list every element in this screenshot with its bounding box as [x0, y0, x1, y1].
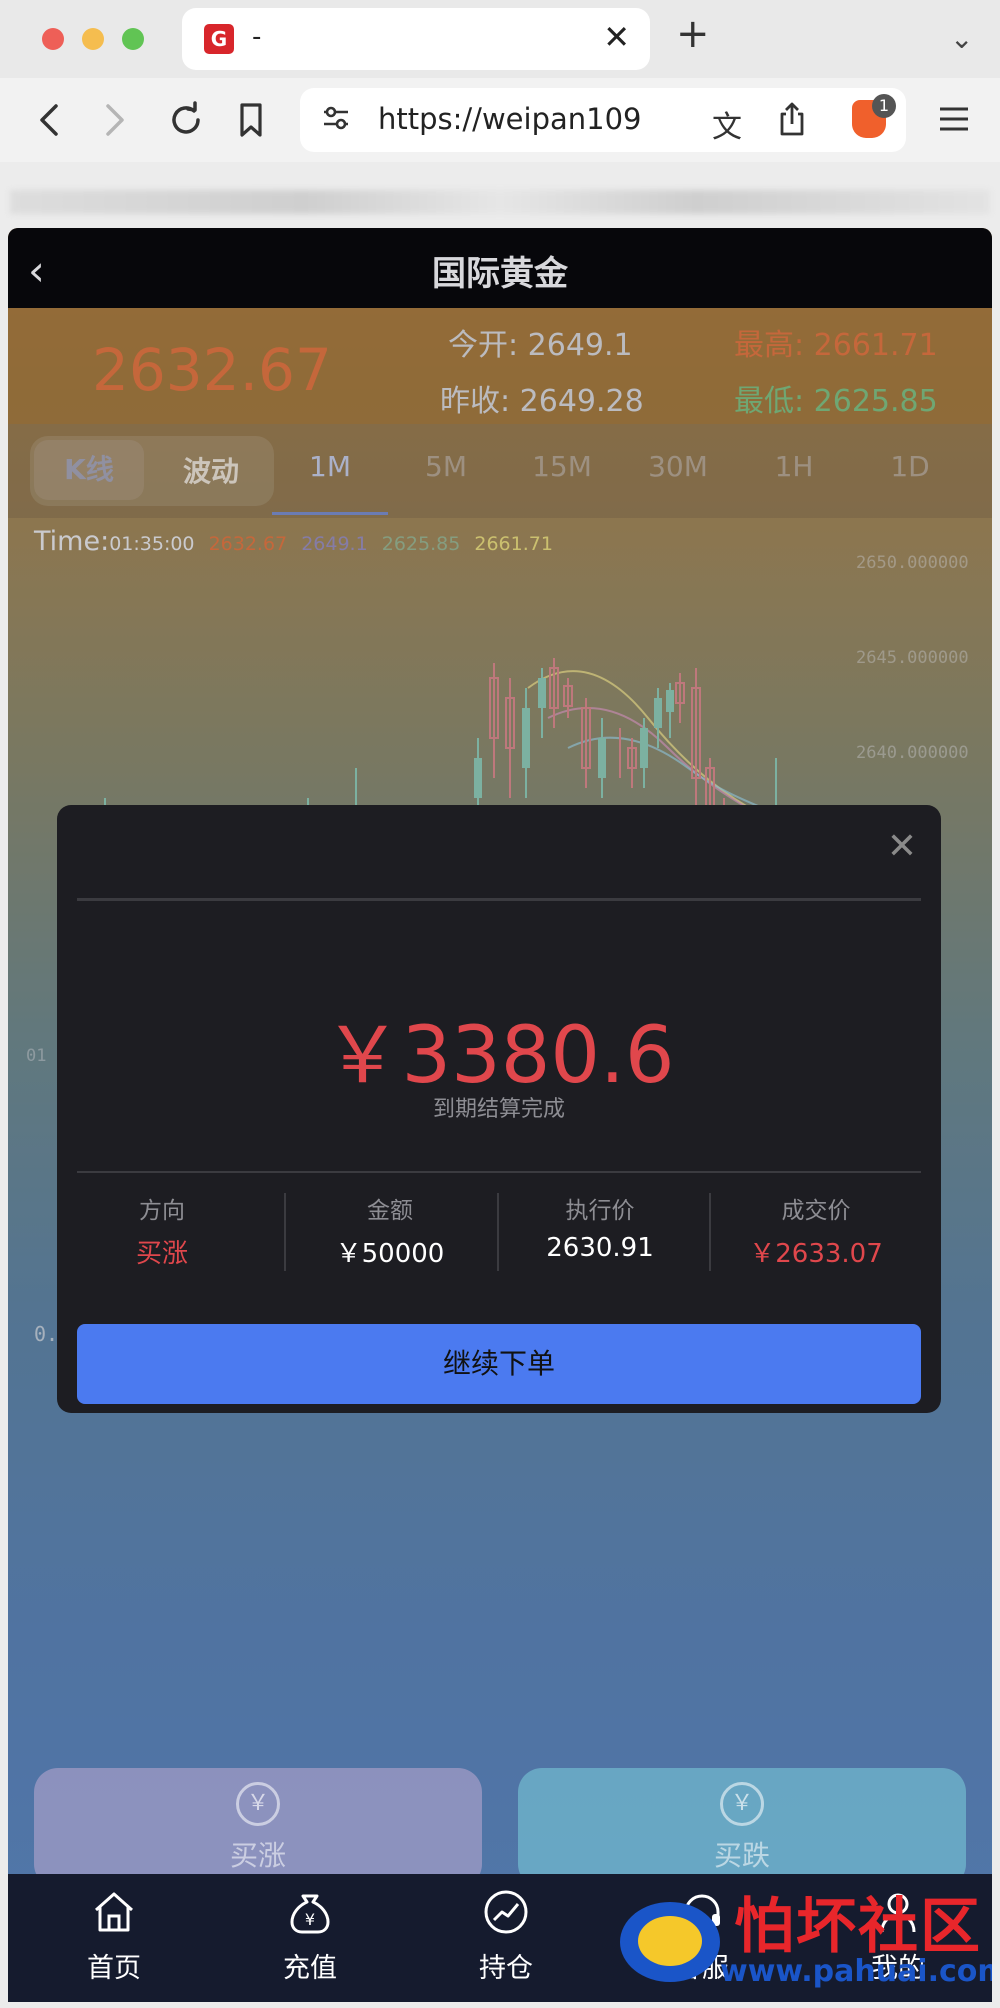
new-tab-button[interactable]: + [676, 14, 710, 54]
direction-value: 买涨 [135, 1239, 188, 1269]
back-arrow-icon[interactable] [34, 100, 64, 140]
tab-close-icon[interactable]: ✕ [603, 18, 630, 56]
forward-arrow-icon[interactable] [100, 100, 130, 140]
settlement-dialog: ✕ ￥3380.6 到期结算完成 方向 买涨 金额 ￥50000 执行价 263… [57, 805, 941, 1413]
home-icon [95, 1892, 133, 1932]
settlement-status: 到期结算完成 [432, 1097, 565, 1122]
dialog-close-icon[interactable]: ✕ [887, 829, 917, 865]
amount-label: 金额 [367, 1198, 413, 1224]
tab-title: - [252, 22, 262, 52]
reload-icon[interactable] [166, 100, 206, 140]
direction-label: 方向 [139, 1198, 185, 1224]
svg-text:¥: ¥ [305, 1910, 315, 1929]
deal-price-label: 成交价 [781, 1198, 851, 1224]
site-favicon-icon: G [204, 24, 234, 54]
nav-home-label: 首页 [87, 1953, 141, 1984]
yuan-up-icon: ￥ [236, 1782, 280, 1826]
deal-price-cell: 成交价 ￥2633.07 [711, 1191, 921, 1270]
direction-cell: 方向 买涨 [57, 1191, 267, 1270]
window-maximize-button[interactable] [122, 28, 144, 50]
watermark-url: www.pahuai.com [720, 1954, 992, 1989]
app-viewport: ‹ 国际黄金 2632.67 今开: 2649.1 昨收: 2649.28 最高… [8, 228, 992, 2002]
strike-price-cell: 执行价 2630.91 [495, 1191, 705, 1263]
buy-down-label: 买跌 [713, 1839, 770, 1872]
url-text[interactable]: https://weipan109 [378, 102, 641, 136]
watermark-title: 怕坏社区 [734, 1892, 982, 1962]
window-minimize-button[interactable] [82, 28, 104, 50]
browser-toolbar: https://weipan109 文 1 [0, 78, 1000, 162]
blurred-bookmark-bar [10, 190, 990, 214]
money-bag-icon: ¥ [290, 1894, 330, 1934]
nav-positions-label: 持仓 [479, 1953, 533, 1984]
nav-recharge[interactable]: ¥ 充值 [230, 1888, 390, 1985]
watermark-logo: 怕坏社区 www.pahuai.com [620, 1878, 992, 1998]
tab-list-chevron-icon[interactable]: ⌄ [950, 22, 973, 55]
strike-price-value: 2630.91 [546, 1233, 654, 1263]
divider [77, 1171, 921, 1173]
nav-recharge-label: 充值 [283, 1953, 337, 1984]
buy-down-button[interactable]: ￥ 买跌 [518, 1768, 966, 1888]
chart-circle-icon [484, 1890, 528, 1934]
browser-tab-strip: G - ✕ + ⌄ [0, 0, 1000, 78]
buy-up-button[interactable]: ￥ 买涨 [34, 1768, 482, 1888]
nav-home[interactable]: 首页 [34, 1888, 194, 1985]
menu-icon[interactable] [938, 104, 970, 134]
address-bar[interactable]: https://weipan109 文 1 [300, 88, 906, 152]
amount-value: ￥50000 [335, 1239, 445, 1269]
nav-positions[interactable]: 持仓 [426, 1888, 586, 1985]
window-close-button[interactable] [42, 28, 64, 50]
watermark-emblem-icon [620, 1902, 720, 1982]
deal-price-value: ￥2633.07 [749, 1239, 883, 1269]
yuan-down-icon: ￥ [720, 1782, 764, 1826]
divider [77, 898, 921, 901]
buy-up-label: 买涨 [229, 1839, 286, 1872]
shield-count-badge: 1 [872, 94, 896, 118]
translate-icon[interactable]: 文 [712, 102, 742, 146]
continue-order-button[interactable]: 继续下单 [77, 1324, 921, 1404]
site-settings-icon[interactable] [320, 102, 352, 134]
browser-tab[interactable]: G - ✕ [182, 8, 650, 70]
payout-amount: ￥3380.6 [323, 1011, 675, 1101]
strike-price-label: 执行价 [565, 1198, 635, 1224]
bookmark-icon[interactable] [234, 100, 268, 140]
share-icon[interactable] [776, 100, 808, 138]
amount-cell: 金额 ￥50000 [285, 1191, 495, 1270]
